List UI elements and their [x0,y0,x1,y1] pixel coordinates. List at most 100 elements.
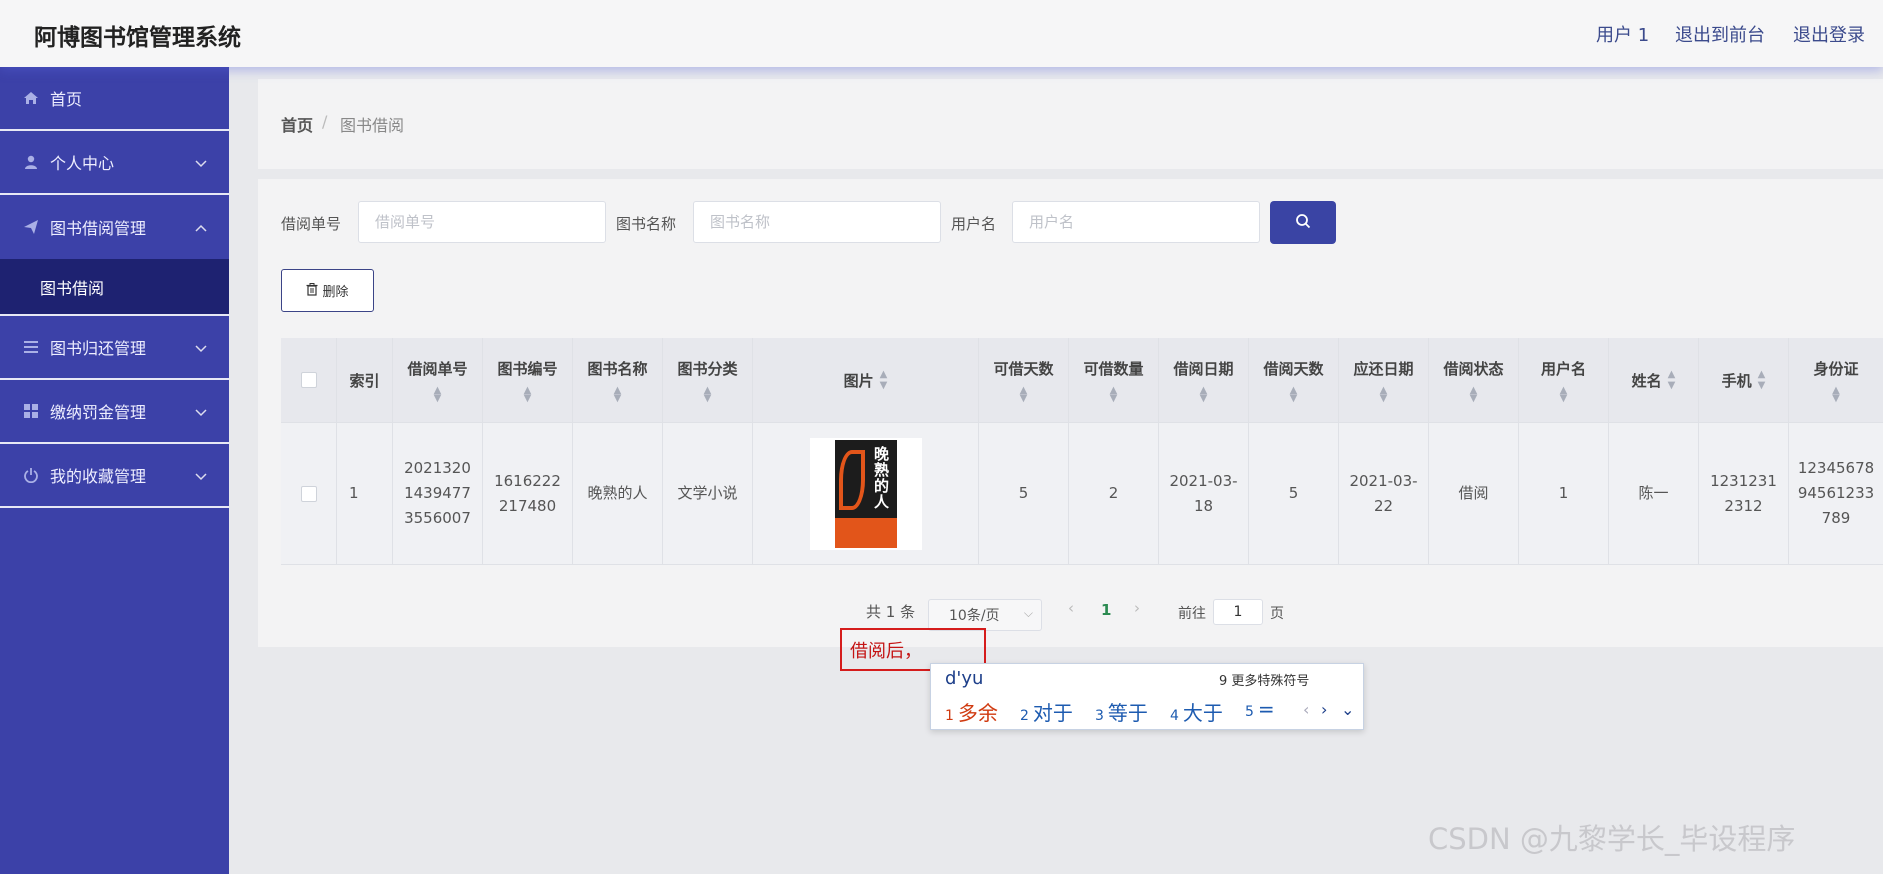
goto-page-input[interactable]: 1 [1213,599,1263,625]
next-page-icon[interactable]: › [1134,599,1140,617]
ime-candidate-number: 5 [1245,704,1254,720]
page-size-select[interactable]: 10条/页 ⌵ [928,599,1042,631]
ime-candidate-4[interactable]: 4 大于 [1170,697,1223,726]
sidebar-subitem-book-borrow[interactable]: 图书借阅 [0,259,229,316]
header-id-card-label: 身份证 [1813,359,1859,378]
grid-icon [22,402,40,420]
username-label: 用户名 [951,215,997,233]
sort-icon[interactable]: ▲ ▼ [704,385,712,403]
ime-candidate-2[interactable]: 2 对于 [1020,697,1073,726]
home-icon [22,89,40,107]
header-name[interactable]: 姓名 ▲ ▼ [1609,338,1699,422]
sidebar: 首页 个人中心 图书借阅管理 图书借阅 图书归还管理 缴纳罚金管理 我的收藏管理 [0,67,229,874]
borrow-no-input[interactable] [358,201,606,243]
book-name-input[interactable] [693,201,941,243]
sidebar-item-home[interactable]: 首页 [0,67,229,131]
sidebar-item-label: 个人中心 [50,154,115,173]
row-checkbox[interactable] [300,485,317,502]
header-book-no-label: 图书编号 [497,359,558,378]
book-cover-image[interactable]: 晚熟的人 [809,437,922,550]
ime-candidate-3[interactable]: 3 等于 [1095,697,1148,726]
cell-borrow-no: 202132014394773556007 [393,423,483,564]
cell-borrow-date: 2021-03-18 [1159,423,1249,564]
header-index-label: 索引 [349,371,380,390]
sort-icon[interactable]: ▲ ▼ [1668,369,1676,391]
header-qty-label: 可借数量 [1083,359,1144,378]
search-icon [1295,213,1311,232]
sort-icon[interactable]: ▲ ▼ [1110,385,1118,403]
sort-icon[interactable]: ▲ ▼ [880,369,888,391]
header-borrow-days[interactable]: 借阅天数 ▲ ▼ [1249,338,1339,422]
page-size-value: 10条/页 [949,608,1000,624]
ime-more-symbols[interactable]: 9 更多特殊符号 [1219,670,1309,689]
header-phone-label: 手机 [1721,371,1752,390]
send-icon [22,218,40,236]
sort-icon[interactable]: ▲ ▼ [614,385,622,403]
header-category-label: 图书分类 [677,359,738,378]
header-borrow-date[interactable]: 借阅日期 ▲ ▼ [1159,338,1249,422]
header-image-label: 图片 [843,371,874,390]
sort-icon[interactable]: ▲ ▼ [1200,385,1208,403]
chevron-down-icon [195,466,207,485]
select-all-checkbox[interactable] [300,372,317,388]
breadcrumb-separator: / [322,112,328,131]
sidebar-item-favorites-management[interactable]: 我的收藏管理 [0,444,229,508]
delete-button[interactable]: 删除 [281,269,374,312]
header-book-name[interactable]: 图书名称 ▲ ▼ [573,338,663,422]
sort-icon[interactable]: ▲ ▼ [1290,385,1298,403]
table-row[interactable]: 1 202132014394773556007 1616222217480 晚熟… [281,423,1883,564]
ime-candidate-text: 大于 [1182,701,1223,725]
ime-prev-icon[interactable]: ‹ [1303,700,1309,719]
pagination-total: 共 1 条 [866,603,916,621]
header-status[interactable]: 借阅状态 ▲ ▼ [1429,338,1519,422]
sort-icon[interactable]: ▲ ▼ [1758,369,1766,391]
cover-title: 晚熟的人 [873,444,889,511]
current-page[interactable]: 1 [1101,601,1111,619]
exit-to-front-link[interactable]: 退出到前台 [1675,21,1765,47]
sort-icon[interactable]: ▲ ▼ [524,385,532,403]
header-category[interactable]: 图书分类 ▲ ▼ [663,338,753,422]
sidebar-item-fine-management[interactable]: 缴纳罚金管理 [0,380,229,444]
header-days-allowed[interactable]: 可借天数 ▲ ▼ [979,338,1069,422]
sort-icon[interactable]: ▲ ▼ [434,385,442,403]
prev-page-icon[interactable]: ‹ [1068,599,1074,617]
sort-icon[interactable]: ▲ ▼ [1832,385,1840,403]
cell-qty: 2 [1069,423,1159,564]
sidebar-item-return-management[interactable]: 图书归还管理 [0,316,229,380]
username-input[interactable] [1012,201,1260,243]
header-phone[interactable]: 手机 ▲ ▼ [1699,338,1789,422]
header-username[interactable]: 用户名 ▲ ▼ [1519,338,1609,422]
ime-next-icon[interactable]: › [1321,700,1327,719]
ime-candidate-text: 对于 [1032,701,1073,725]
header-qty[interactable]: 可借数量 ▲ ▼ [1069,338,1159,422]
ime-expand-icon[interactable]: ⌄ [1341,700,1354,719]
horizontal-scrollbar[interactable]: ◀ ▶ [281,564,1883,565]
sort-icon[interactable]: ▲ ▼ [1020,385,1028,403]
sidebar-item-borrow-management[interactable]: 图书借阅管理 [0,195,229,259]
cell-id-card: 1234567894561233789 [1797,459,1875,527]
ime-candidate-number: 2 [1020,708,1029,724]
header-book-name-label: 图书名称 [587,359,648,378]
sort-icon[interactable]: ▲ ▼ [1560,385,1568,403]
chevron-down-icon [195,153,207,172]
cover-stripe [834,517,897,548]
sidebar-item-label: 图书归还管理 [50,339,147,358]
breadcrumb-home[interactable]: 首页 [281,112,313,136]
user-link[interactable]: 用户 1 [1596,21,1649,47]
header-due-date[interactable]: 应还日期 ▲ ▼ [1339,338,1429,422]
header-book-no[interactable]: 图书编号 ▲ ▼ [483,338,573,422]
logout-link[interactable]: 退出登录 [1793,21,1865,47]
ime-candidate-1[interactable]: 1 多余 [945,697,998,726]
header-id-card[interactable]: 身份证 ▲ ▼ [1789,338,1883,422]
delete-label: 删除 [322,284,349,299]
header-image[interactable]: 图片 ▲ ▼ [753,338,979,422]
ime-candidate-5[interactable]: 5 = [1245,697,1275,721]
sidebar-item-personal-center[interactable]: 个人中心 [0,131,229,195]
header-borrow-no[interactable]: 借阅单号 ▲ ▼ [393,338,483,422]
sort-icon[interactable]: ▲ ▼ [1380,385,1388,403]
page-unit-label: 页 [1270,606,1284,622]
cell-days-allowed: 5 [979,423,1069,564]
search-button[interactable] [1270,201,1336,244]
sort-icon[interactable]: ▲ ▼ [1470,385,1478,403]
sidebar-item-label: 我的收藏管理 [50,467,147,486]
